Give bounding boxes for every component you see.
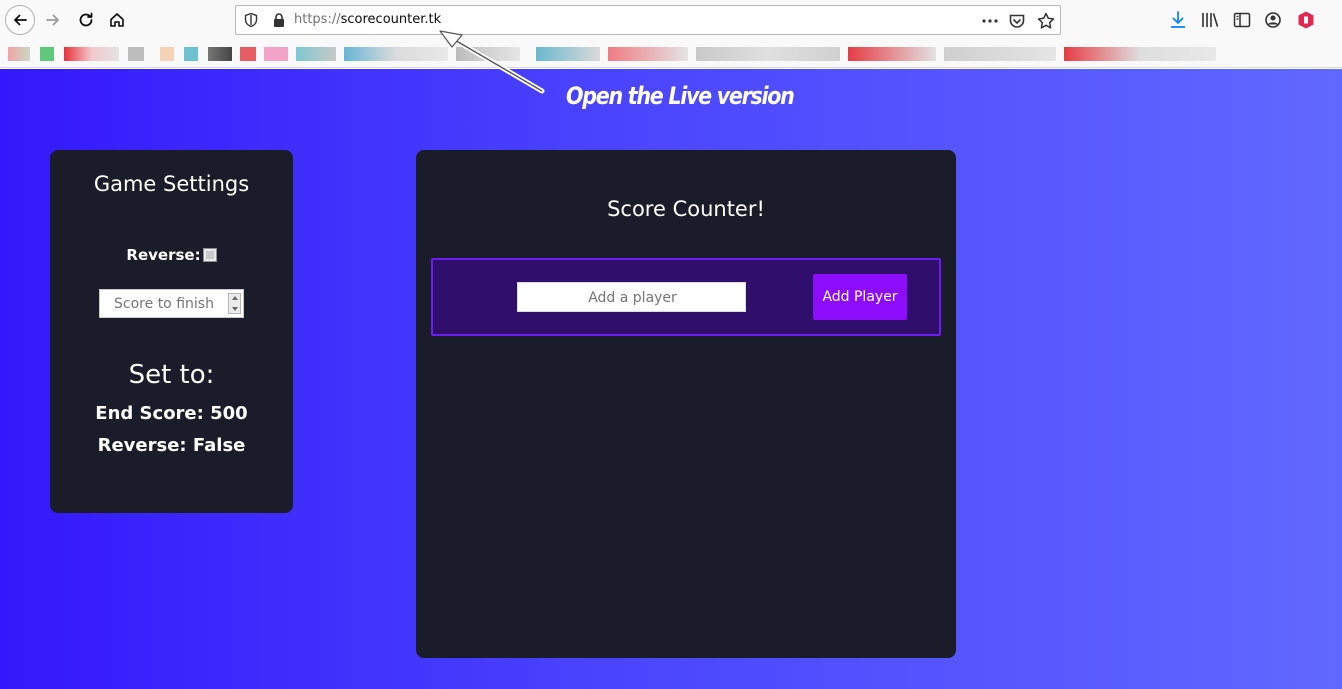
lock-icon[interactable] <box>271 12 287 28</box>
url-text[interactable]: https://scorecounter.tk <box>294 12 441 27</box>
home-icon[interactable] <box>103 6 131 34</box>
bookmark-item[interactable] <box>8 47 30 61</box>
score-counter-panel: Score Counter! Add a player Add Player <box>416 150 956 658</box>
score-placeholder: Score to finish <box>114 296 214 312</box>
settings-title: Game Settings <box>93 172 250 196</box>
end-score-value: End Score: 500 <box>95 403 248 424</box>
forward-icon[interactable] <box>39 6 67 34</box>
bookmark-item[interactable] <box>696 47 840 61</box>
number-spinner-icon[interactable] <box>228 293 241 314</box>
account-icon[interactable] <box>1263 10 1283 30</box>
add-player-form: Add a player Add Player <box>431 258 941 336</box>
bookmark-item[interactable] <box>160 47 174 61</box>
bookmark-item[interactable] <box>944 47 1056 61</box>
bookmarks-toolbar <box>0 40 1342 68</box>
bookmark-item[interactable] <box>1064 47 1216 61</box>
sidebar-icon[interactable] <box>1232 10 1252 30</box>
game-settings-panel: Game Settings Reverse: Score to finish S… <box>50 150 293 513</box>
player-placeholder: Add a player <box>588 290 677 306</box>
url-bar[interactable]: https://scorecounter.tk <box>235 5 1061 35</box>
add-player-input[interactable]: Add a player <box>517 282 746 312</box>
reverse-option: Reverse: <box>50 246 293 264</box>
pocket-icon[interactable] <box>1007 11 1027 31</box>
url-scheme: https:// <box>294 12 341 27</box>
tracking-shield-icon[interactable] <box>243 12 259 28</box>
bookmark-item[interactable] <box>208 47 232 61</box>
page-actions-icon[interactable] <box>980 11 1000 31</box>
bookmark-item[interactable] <box>240 47 256 61</box>
bookmark-star-icon[interactable] <box>1036 11 1056 31</box>
reverse-value: Reverse: False <box>97 435 246 456</box>
browser-toolbar: https://scorecounter.tk <box>0 0 1342 40</box>
score-to-finish-input[interactable]: Score to finish <box>99 289 244 318</box>
addon-icon[interactable] <box>1296 10 1316 30</box>
annotation-label: Open the Live version <box>566 82 795 110</box>
bookmark-item[interactable] <box>128 47 144 61</box>
bookmark-item[interactable] <box>64 47 119 61</box>
add-player-button[interactable]: Add Player <box>813 274 907 320</box>
bookmark-item[interactable] <box>264 47 288 61</box>
library-icon[interactable] <box>1200 10 1220 30</box>
page-background: Game Settings Reverse: Score to finish S… <box>0 69 1342 689</box>
bookmark-item[interactable] <box>184 47 198 61</box>
bookmark-item[interactable] <box>40 47 54 61</box>
main-title: Score Counter! <box>607 197 765 221</box>
bookmark-item[interactable] <box>296 47 336 61</box>
annotation-arrow-icon <box>439 30 545 94</box>
reverse-checkbox[interactable] <box>202 248 217 262</box>
back-icon[interactable] <box>5 5 35 35</box>
bookmark-item[interactable] <box>608 47 688 61</box>
url-host: scorecounter.tk <box>340 12 442 27</box>
set-to-heading: Set to: <box>128 360 215 390</box>
reload-icon[interactable] <box>72 6 100 34</box>
reverse-label: Reverse: <box>126 246 201 264</box>
bookmark-item[interactable] <box>848 47 936 61</box>
download-icon[interactable] <box>1168 10 1188 30</box>
